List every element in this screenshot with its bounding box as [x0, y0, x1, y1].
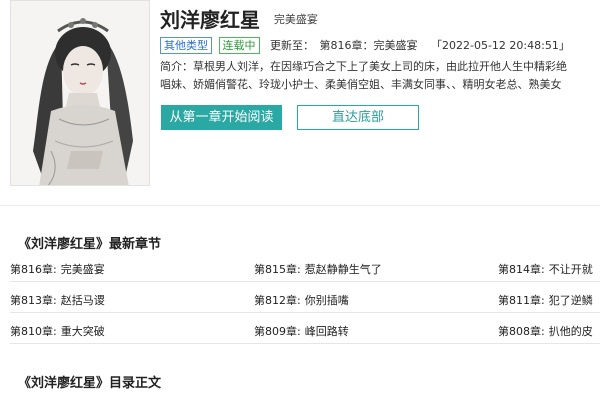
book-meta-row: 其他类型 连载中 更新至： 第816章：完美盛宴 「2022-05-12 20:… — [160, 37, 570, 54]
chapter-number: 第810章: — [10, 325, 57, 338]
section-divider — [0, 205, 600, 206]
chapter-link[interactable]: 第810章: 重大突破 — [10, 323, 105, 339]
intro-line: 唱妹、娇媚俏警花、玲珑小护士、柔美俏空姐、丰满女同事、、精明女老总、熟美女 — [160, 78, 562, 91]
chapter-number: 第811章: — [498, 294, 545, 307]
chapter-name: 扒他的皮 — [548, 325, 593, 338]
chapter-link[interactable]: 第808章: 扒他的皮 — [498, 323, 593, 339]
chapter-link[interactable]: 第816章: 完美盛宴 — [10, 261, 105, 277]
latest-chapters-list: 第816章: 完美盛宴 第815章: 惹赵静静生气了 第814章: 不让开就 第813… — [10, 251, 600, 344]
update-label: 更新至： — [270, 39, 314, 52]
chapter-link[interactable]: 第814章: 不让开就 — [498, 261, 593, 277]
cover-illustration — [11, 1, 149, 185]
update-timestamp: 「2022-05-12 20:48:51」 — [431, 39, 570, 52]
chapter-number: 第808章: — [498, 325, 545, 338]
chapter-name: 惹赵静静生气了 — [304, 263, 382, 276]
latest-chapter-inline[interactable]: 完美盛宴 — [274, 13, 318, 26]
update-chapter-link[interactable]: 第816章：完美盛宴 — [320, 39, 418, 52]
chapter-name: 犯了逆鳞 — [548, 294, 593, 307]
book-cover-image — [10, 0, 150, 186]
chapter-link[interactable]: 第809章: 峰回路转 — [254, 323, 349, 339]
chapter-number: 第809章: — [254, 325, 301, 338]
chapter-name: 不让开就 — [548, 263, 593, 276]
chapter-row: 第810章: 重大突破 第809章: 峰回路转 第808章: 扒他的皮 — [10, 313, 600, 344]
chapter-link[interactable]: 第812章: 你别插嘴 — [254, 292, 349, 308]
chapter-name: 赵括马谡 — [60, 294, 105, 307]
book-intro: 简介：草根男人刘洋，在因缘巧合之下上了美女上司的床，由此拉开他人生中精彩绝 唱妹… — [160, 58, 600, 94]
chapter-row: 第813章: 赵括马谡 第812章: 你别插嘴 第811章: 犯了逆鳞 — [10, 282, 600, 313]
title-row: 刘洋廖红星 完美盛宴 — [160, 4, 318, 33]
chapter-name: 重大突破 — [60, 325, 105, 338]
chapter-row: 第816章: 完美盛宴 第815章: 惹赵静静生气了 第814章: 不让开就 — [10, 251, 600, 282]
chapter-link[interactable]: 第815章: 惹赵静静生气了 — [254, 261, 382, 277]
read-from-first-chapter-button[interactable]: 从第一章开始阅读 — [161, 105, 282, 130]
chapter-link[interactable]: 第813章: 赵括马谡 — [10, 292, 105, 308]
chapter-name: 完美盛宴 — [60, 263, 105, 276]
chapter-number: 第812章: — [254, 294, 301, 307]
intro-line: 简介：草根男人刘洋，在因缘巧合之下上了美女上司的床，由此拉开他人生中精彩绝 — [160, 60, 567, 73]
table-of-contents-heading: 《刘洋廖红星》目录正文 — [18, 376, 162, 391]
category-tag[interactable]: 其他类型 — [160, 37, 212, 54]
chapter-number: 第815章: — [254, 263, 301, 276]
chapter-name: 你别插嘴 — [304, 294, 349, 307]
chapter-number: 第813章: — [10, 294, 57, 307]
chapter-number: 第816章: — [10, 263, 57, 276]
chapter-number: 第814章: — [498, 263, 545, 276]
latest-chapters-heading: 《刘洋廖红星》最新章节 — [18, 237, 162, 252]
chapter-link[interactable]: 第811章: 犯了逆鳞 — [498, 292, 593, 308]
chapter-name: 峰回路转 — [304, 325, 349, 338]
book-title: 刘洋廖红星 — [160, 8, 260, 32]
go-to-bottom-button[interactable]: 直达底部 — [297, 105, 419, 130]
status-badge: 连载中 — [218, 37, 260, 54]
